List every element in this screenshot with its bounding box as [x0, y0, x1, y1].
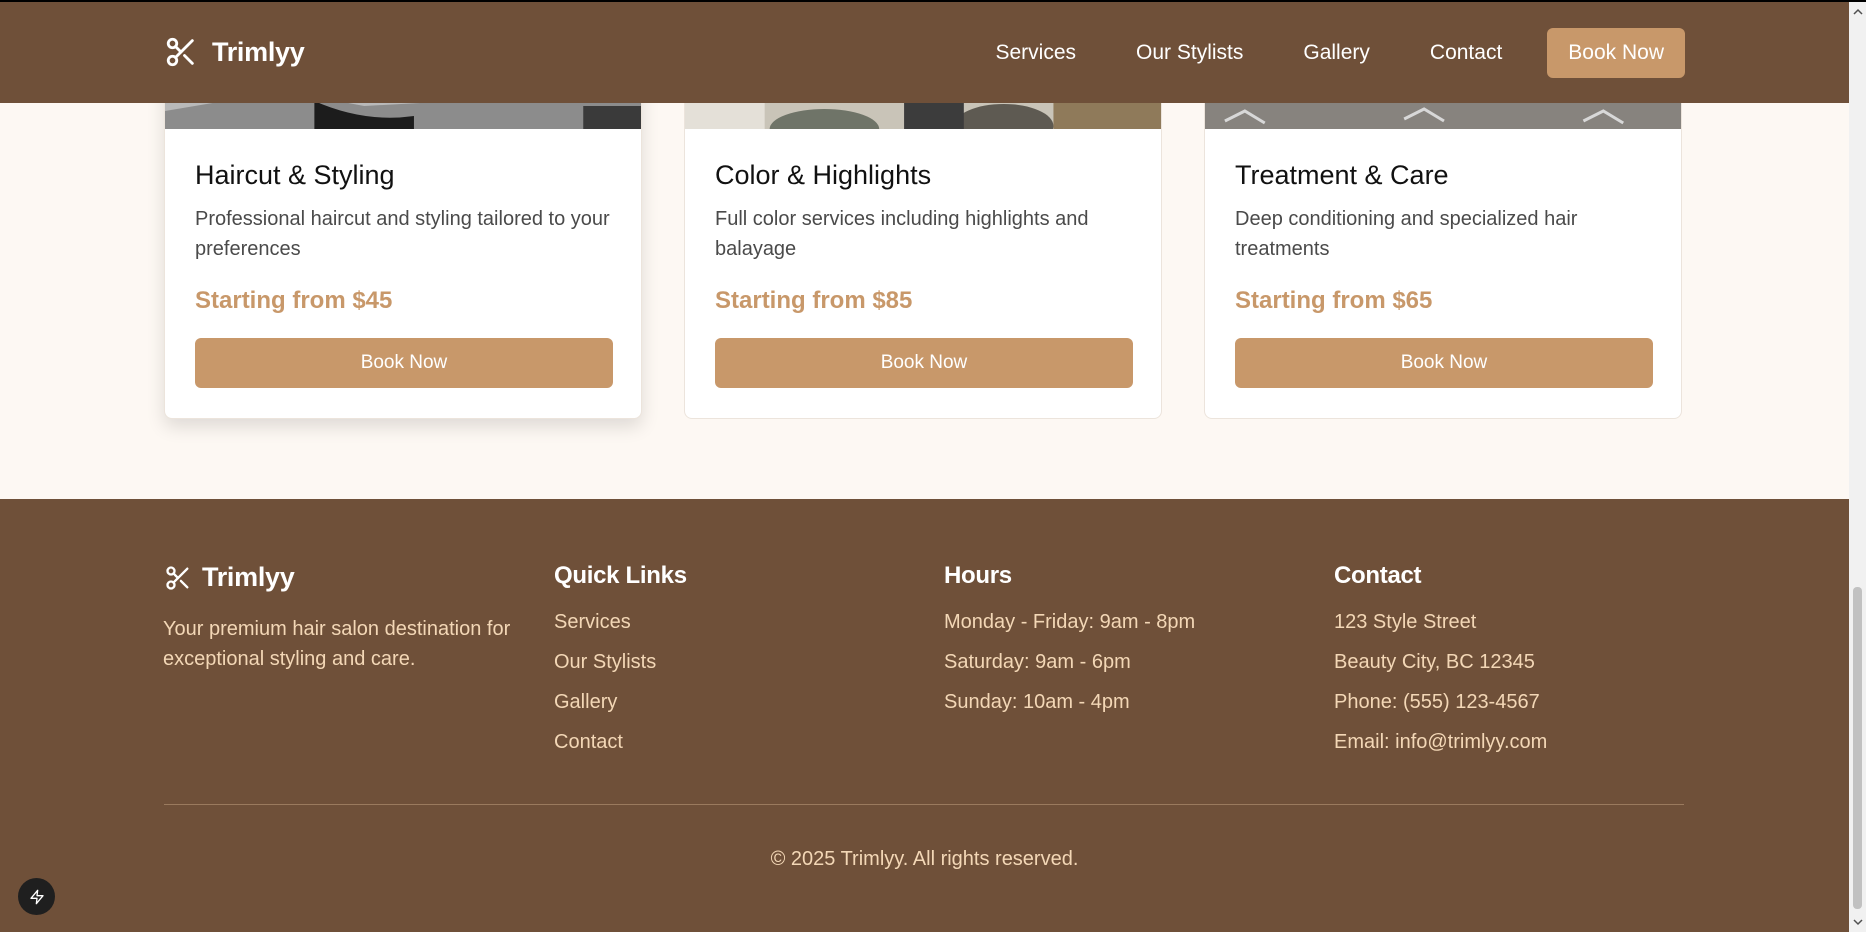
brand-name: Trimlyy — [212, 36, 305, 67]
footer-link-services[interactable]: Services — [554, 607, 687, 647]
hours-weekdays: Monday - Friday: 9am - 8pm — [944, 611, 1196, 633]
scrollbar-thumb[interactable] — [1853, 587, 1862, 909]
contact-city: Beauty City, BC 12345 — [1334, 651, 1535, 673]
footer-brand-name: Trimlyy — [202, 562, 295, 592]
header-book-now-button[interactable]: Book Now — [1547, 28, 1685, 78]
footer-link-our-stylists[interactable]: Our Stylists — [554, 647, 687, 687]
chevron-up-icon[interactable] — [1849, 3, 1866, 20]
book-now-button[interactable]: Book Now — [715, 338, 1133, 388]
service-price: Starting from $65 — [1235, 287, 1433, 314]
scrollbar[interactable] — [1849, 0, 1866, 932]
contact-email: Email: info@trimlyy.com — [1334, 731, 1548, 753]
footer-tagline: Your premium hair salon destination for … — [163, 618, 511, 670]
nav-gallery[interactable]: Gallery — [1303, 41, 1370, 65]
service-price: Starting from $45 — [195, 287, 393, 314]
footer-heading: Hours — [944, 562, 1012, 589]
book-now-button[interactable]: Book Now — [195, 338, 613, 388]
service-description: Deep conditioning and specialized hair t… — [1235, 208, 1578, 260]
scissors-icon — [166, 565, 189, 590]
nav-services[interactable]: Services — [995, 41, 1076, 65]
footer-heading: Contact — [1334, 562, 1422, 589]
footer-divider — [164, 804, 1684, 805]
service-card-color: Color & Highlights Full color services i… — [684, 60, 1162, 419]
service-description: Professional haircut and styling tailore… — [195, 208, 610, 260]
scissors-icon — [166, 37, 194, 67]
service-description: Full color services including highlights… — [715, 208, 1089, 260]
service-card-haircut: Haircut & Styling Professional haircut a… — [164, 60, 642, 419]
service-price: Starting from $85 — [715, 287, 913, 314]
service-title: Haircut & Styling — [195, 160, 395, 190]
lightning-button[interactable] — [18, 878, 55, 915]
footer-link-gallery[interactable]: Gallery — [554, 687, 687, 727]
site-header: Trimlyy Services Our Stylists Gallery Co… — [0, 2, 1849, 103]
service-title: Color & Highlights — [715, 160, 932, 190]
service-title: Treatment & Care — [1235, 160, 1449, 190]
window-top-border — [0, 0, 1866, 2]
nav-our-stylists[interactable]: Our Stylists — [1136, 41, 1243, 65]
footer-quick-links: Quick Links Services Our Stylists Galler… — [554, 562, 687, 767]
footer-hours: Hours Monday - Friday: 9am - 8pm Saturda… — [944, 562, 1195, 727]
footer-heading: Quick Links — [554, 562, 687, 589]
hours-sunday: Sunday: 10am - 4pm — [944, 691, 1130, 713]
hours-saturday: Saturday: 9am - 6pm — [944, 651, 1131, 673]
main-nav: Services Our Stylists Gallery Contact Bo… — [995, 28, 1685, 78]
site-footer: Trimlyy Your premium hair salon destinat… — [0, 499, 1849, 932]
nav-contact[interactable]: Contact — [1430, 41, 1502, 65]
lightning-icon — [29, 889, 44, 904]
contact-phone: Phone: (555) 123-4567 — [1334, 691, 1540, 713]
service-card-treatment: Treatment & Care Deep conditioning and s… — [1204, 60, 1682, 419]
footer-link-contact[interactable]: Contact — [554, 727, 687, 767]
footer-contact: Contact 123 Style Street Beauty City, BC… — [1334, 562, 1547, 767]
copyright: © 2025 Trimlyy. All rights reserved. — [770, 848, 1079, 870]
chevron-down-icon[interactable] — [1849, 914, 1866, 931]
page: Haircut & Styling Professional haircut a… — [0, 0, 1849, 932]
brand-logo[interactable]: Trimlyy — [164, 35, 305, 69]
book-now-button[interactable]: Book Now — [1235, 338, 1653, 388]
contact-street: 123 Style Street — [1334, 611, 1477, 633]
footer-brand: Trimlyy — [164, 562, 295, 593]
